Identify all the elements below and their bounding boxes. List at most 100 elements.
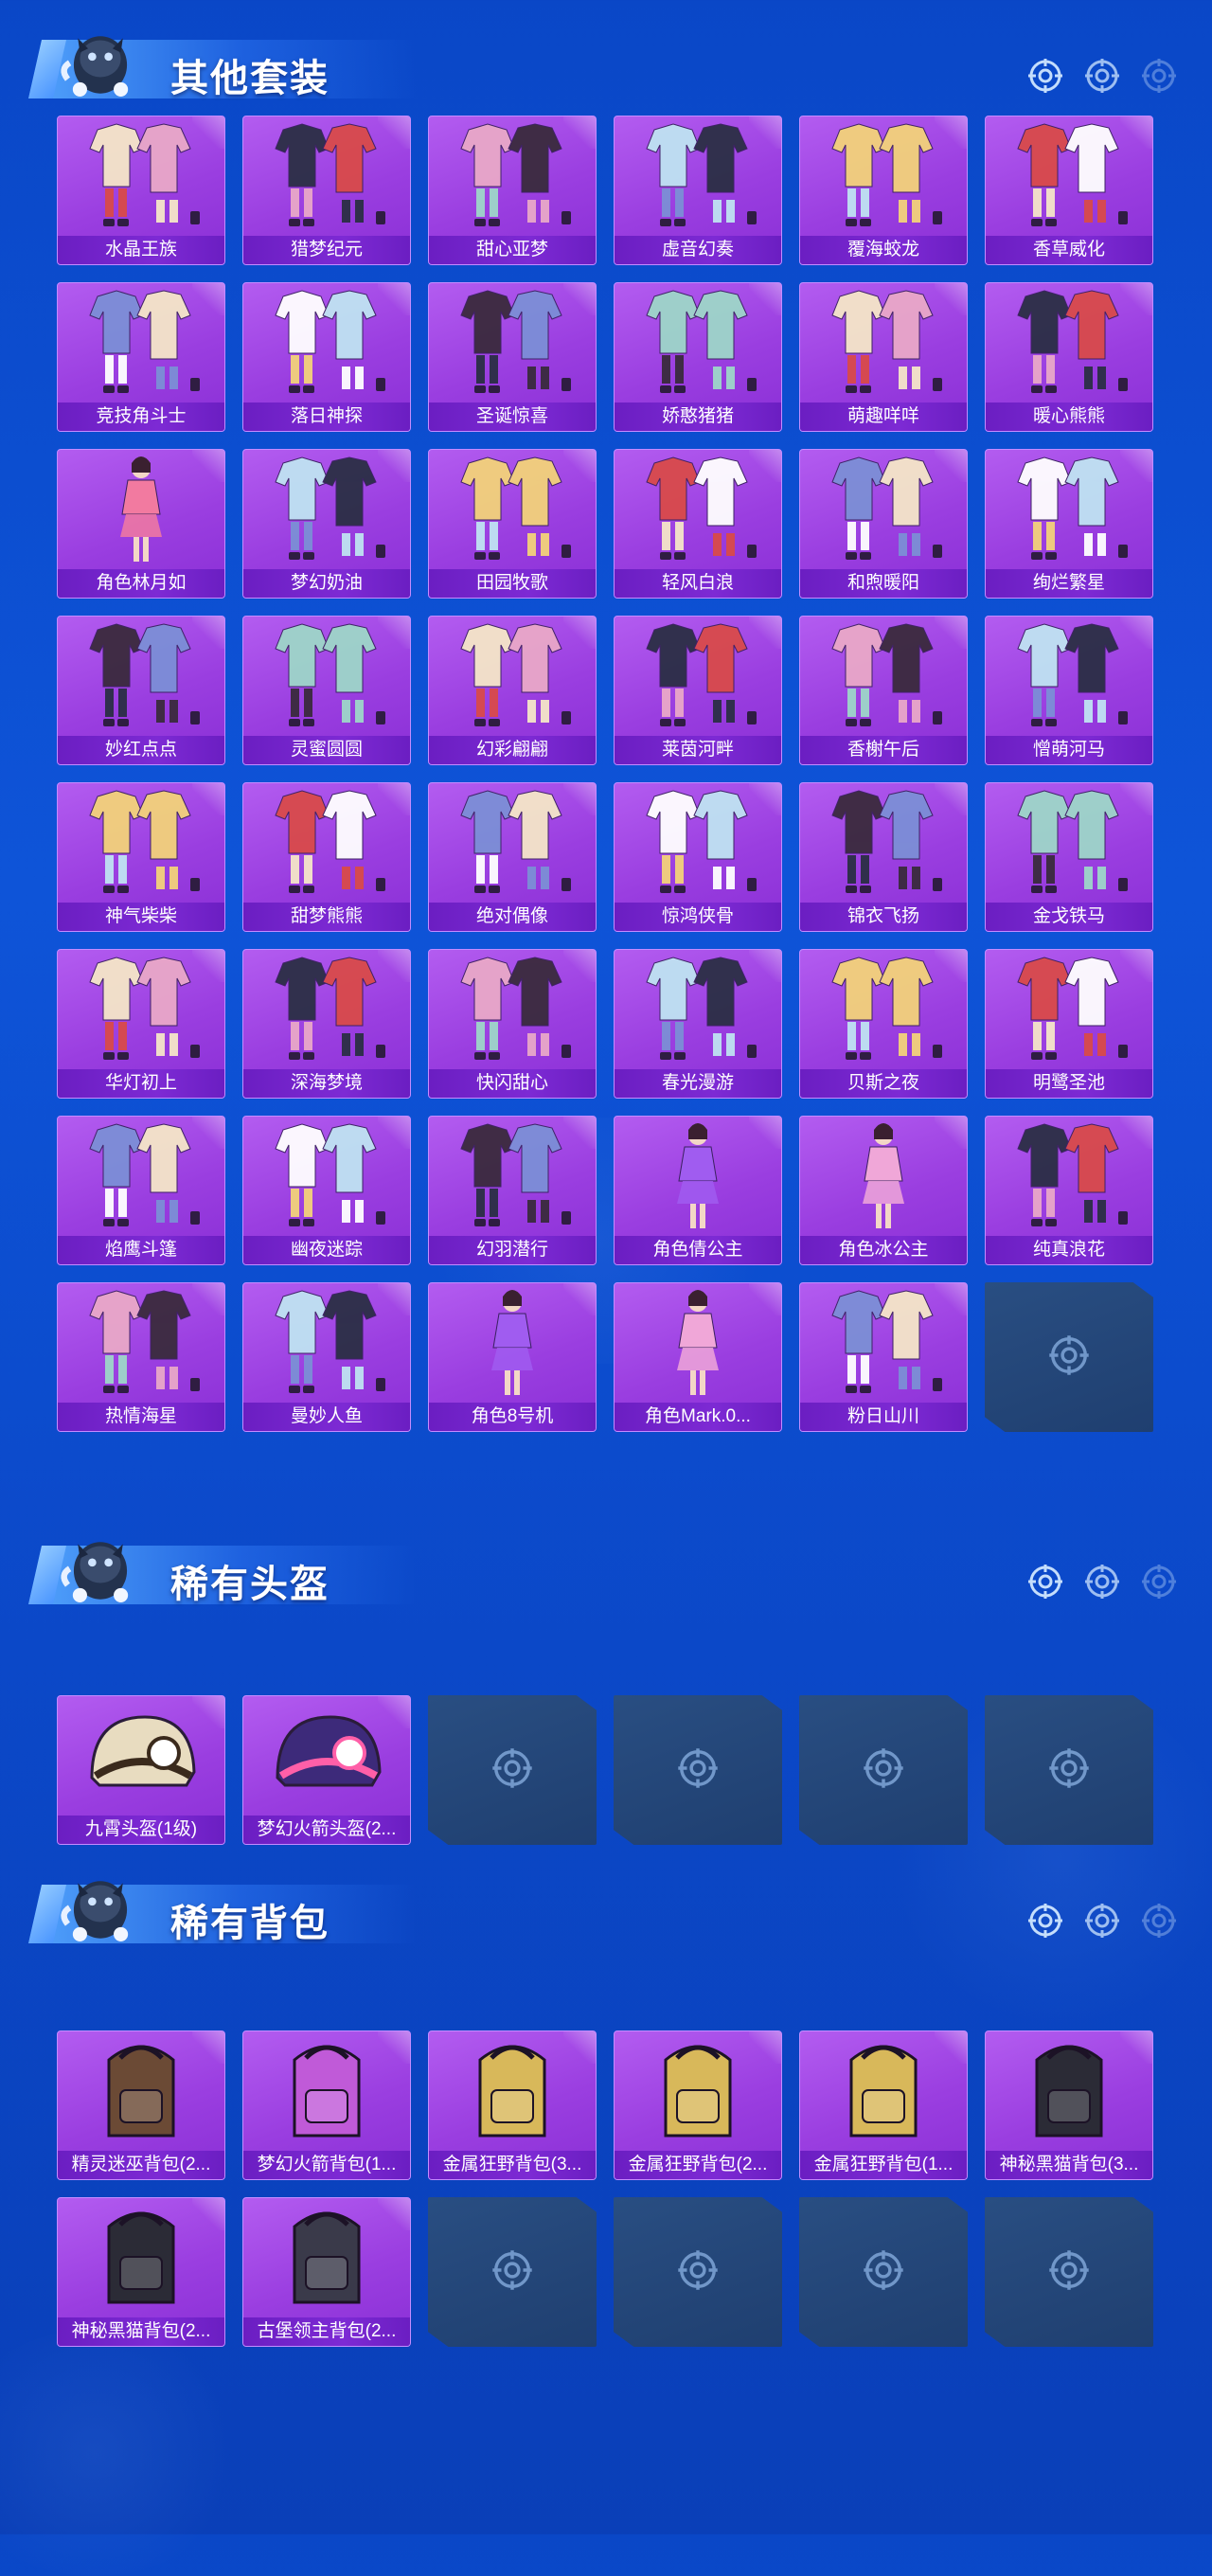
mascot-icon: [49, 1852, 152, 1955]
item-card[interactable]: 神秘黑猫背包(2...: [57, 2197, 225, 2347]
item-card[interactable]: 覆海蛟龙: [799, 116, 968, 265]
item-card[interactable]: 萌趣咩咩: [799, 282, 968, 432]
item-card[interactable]: 甜心亚梦: [428, 116, 597, 265]
item-card[interactable]: 猎梦纪元: [242, 116, 411, 265]
item-card[interactable]: 娇憨猪猪: [614, 282, 782, 432]
item-card[interactable]: 虚音幻奏: [614, 116, 782, 265]
indicator-dot[interactable]: [1083, 1563, 1121, 1605]
item-card[interactable]: 甜梦熊熊: [242, 782, 411, 932]
item-card[interactable]: 田园牧歌: [428, 449, 597, 599]
section-other-outfits: 其他套装 水晶王族 猎梦纪元 甜心亚梦 虚音幻奏 覆海蛟龙 香草威化 竞技角斗士…: [0, 0, 1212, 1515]
item-label: 梦幻奶油: [243, 569, 410, 598]
item-card[interactable]: 角色林月如: [57, 449, 225, 599]
item-label: 角色8号机: [429, 1403, 596, 1431]
crosshair-icon: [676, 2248, 720, 2297]
item-card[interactable]: 金属狂野背包(2...: [614, 2030, 782, 2180]
item-card[interactable]: 梦幻火箭背包(1...: [242, 2030, 411, 2180]
indicator-dot[interactable]: [1083, 1902, 1121, 1944]
item-label: 角色Mark.0...: [615, 1403, 781, 1431]
item-card[interactable]: 粉日山川: [799, 1282, 968, 1432]
item-card[interactable]: 幻羽潜行: [428, 1116, 597, 1265]
item-card[interactable]: 暖心熊熊: [985, 282, 1153, 432]
item-card[interactable]: 金属狂野背包(1...: [799, 2030, 968, 2180]
item-label: 角色林月如: [58, 569, 224, 598]
item-card[interactable]: 九霄头盔(1级): [57, 1695, 225, 1845]
item-label: 神气柴柴: [58, 903, 224, 931]
item-label: 幻羽潜行: [429, 1236, 596, 1264]
item-card[interactable]: 春光漫游: [614, 949, 782, 1099]
item-card[interactable]: 憎萌河马: [985, 616, 1153, 765]
item-label: 轻风白浪: [615, 569, 781, 598]
item-card[interactable]: 莱茵河畔: [614, 616, 782, 765]
item-card[interactable]: 惊鸿侠骨: [614, 782, 782, 932]
item-card[interactable]: 古堡领主背包(2...: [242, 2197, 411, 2347]
item-label: 虚音幻奏: [615, 236, 781, 264]
empty-slot: [985, 1282, 1153, 1432]
item-card[interactable]: 落日神探: [242, 282, 411, 432]
item-card[interactable]: 圣诞惊喜: [428, 282, 597, 432]
empty-slot: [799, 1695, 968, 1845]
crosshair-icon: [1047, 2248, 1091, 2297]
item-label: 春光漫游: [615, 1069, 781, 1098]
item-card[interactable]: 香草威化: [985, 116, 1153, 265]
item-label: 热情海星: [58, 1403, 224, 1431]
section-rare-helmets: 稀有头盔 九霄头盔(1级) 梦幻火箭头盔(2...: [0, 1506, 1212, 1847]
item-card[interactable]: 角色冰公主: [799, 1116, 968, 1265]
indicator-dot[interactable]: [1140, 1902, 1178, 1944]
item-card[interactable]: 香榭午后: [799, 616, 968, 765]
item-card[interactable]: 神秘黑猫背包(3...: [985, 2030, 1153, 2180]
crosshair-icon: [862, 1746, 905, 1795]
item-card[interactable]: 精灵迷巫背包(2...: [57, 2030, 225, 2180]
item-card[interactable]: 华灯初上: [57, 949, 225, 1099]
item-card[interactable]: 纯真浪花: [985, 1116, 1153, 1265]
indicator-dot[interactable]: [1140, 1563, 1178, 1605]
item-label: 暖心熊熊: [986, 402, 1152, 431]
item-card[interactable]: 灵蜜圆圆: [242, 616, 411, 765]
item-card[interactable]: 水晶王族: [57, 116, 225, 265]
indicator-dot-active[interactable]: [1026, 1563, 1064, 1605]
item-card[interactable]: 绚烂繁星: [985, 449, 1153, 599]
item-label: 神秘黑猫背包(2...: [58, 2317, 224, 2346]
item-card[interactable]: 和煦暖阳: [799, 449, 968, 599]
item-label: 深海梦境: [243, 1069, 410, 1098]
item-label: 猎梦纪元: [243, 236, 410, 264]
item-label: 幻彩翩翩: [429, 736, 596, 764]
item-card[interactable]: 贝斯之夜: [799, 949, 968, 1099]
item-card[interactable]: 角色Mark.0...: [614, 1282, 782, 1432]
item-card[interactable]: 绝对偶像: [428, 782, 597, 932]
indicator-dot-active[interactable]: [1026, 57, 1064, 99]
crosshair-icon: [1047, 1333, 1091, 1382]
item-card[interactable]: 锦衣飞扬: [799, 782, 968, 932]
item-card[interactable]: 幻彩翩翩: [428, 616, 597, 765]
item-card[interactable]: 金戈铁马: [985, 782, 1153, 932]
crosshair-icon: [1047, 1746, 1091, 1795]
item-card[interactable]: 热情海星: [57, 1282, 225, 1432]
crosshair-icon: [676, 1746, 720, 1795]
item-card[interactable]: 神气柴柴: [57, 782, 225, 932]
item-label: 金属狂野背包(2...: [615, 2151, 781, 2179]
item-card[interactable]: 轻风白浪: [614, 449, 782, 599]
indicator-dot-active[interactable]: [1026, 1902, 1064, 1944]
empty-slot: [614, 1695, 782, 1845]
item-card[interactable]: 竞技角斗士: [57, 282, 225, 432]
item-card[interactable]: 角色倩公主: [614, 1116, 782, 1265]
item-card[interactable]: 快闪甜心: [428, 949, 597, 1099]
item-card[interactable]: 角色8号机: [428, 1282, 597, 1432]
item-label: 快闪甜心: [429, 1069, 596, 1098]
item-label: 古堡领主背包(2...: [243, 2317, 410, 2346]
item-card[interactable]: 金属狂野背包(3...: [428, 2030, 597, 2180]
item-card[interactable]: 焰鹰斗篷: [57, 1116, 225, 1265]
indicator-dot[interactable]: [1083, 57, 1121, 99]
item-card[interactable]: 曼妙人鱼: [242, 1282, 411, 1432]
indicator-dot[interactable]: [1140, 57, 1178, 99]
item-card[interactable]: 梦幻火箭头盔(2...: [242, 1695, 411, 1845]
crosshair-icon: [490, 1746, 534, 1795]
item-card[interactable]: 深海梦境: [242, 949, 411, 1099]
section-header: 其他套装: [0, 0, 1212, 104]
item-label: 幽夜迷踪: [243, 1236, 410, 1264]
item-card[interactable]: 梦幻奶油: [242, 449, 411, 599]
item-card[interactable]: 幽夜迷踪: [242, 1116, 411, 1265]
item-card[interactable]: 明鹭圣池: [985, 949, 1153, 1099]
item-card[interactable]: 妙红点点: [57, 616, 225, 765]
item-label: 金戈铁马: [986, 903, 1152, 931]
